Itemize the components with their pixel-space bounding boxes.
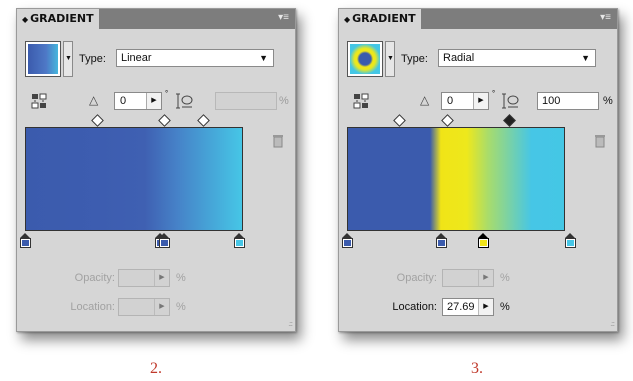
type-select[interactable]: Radial ▼ bbox=[438, 49, 596, 67]
type-value: Radial bbox=[443, 52, 475, 64]
reverse-gradient-icon[interactable] bbox=[31, 93, 47, 109]
location-dropdown-icon[interactable]: ▶ bbox=[478, 299, 493, 315]
opacity-field: ▶ bbox=[118, 269, 170, 287]
gradient-panel-linear: ◆ GRADIENT ▾≡ ▼ Type: Linear ▼ △ 0 ▶ ° % Op… bbox=[16, 8, 296, 332]
opacity-label: Opacity: bbox=[396, 272, 437, 284]
figure-caption: 2. bbox=[150, 360, 162, 377]
angle-value: 0 bbox=[120, 95, 127, 107]
angle-field[interactable]: 0 ▶ bbox=[441, 92, 489, 110]
location-dropdown-icon: ▶ bbox=[154, 299, 169, 315]
chevron-down-icon: ▼ bbox=[581, 53, 590, 63]
swatch-dropdown-button[interactable]: ▼ bbox=[63, 41, 73, 77]
angle-icon: △ bbox=[89, 93, 99, 107]
color-stop[interactable] bbox=[436, 233, 447, 248]
panel-menu-icon[interactable]: ▾≡ bbox=[278, 12, 289, 23]
swatch-dropdown-button[interactable]: ▼ bbox=[385, 41, 395, 77]
location-value: 27.69 bbox=[447, 301, 475, 313]
aspect-ratio-value: 100 bbox=[542, 95, 561, 107]
type-select[interactable]: Linear ▼ bbox=[116, 49, 274, 67]
midpoint-marker[interactable] bbox=[158, 114, 171, 127]
color-stop[interactable] bbox=[342, 233, 353, 248]
opacity-label: Opacity: bbox=[74, 272, 115, 284]
type-label: Type: bbox=[79, 53, 106, 65]
figure-caption: 3. bbox=[471, 360, 483, 377]
degree-mark: ° bbox=[492, 89, 496, 98]
location-unit: % bbox=[500, 301, 510, 313]
color-stop[interactable] bbox=[234, 233, 245, 248]
delete-stop-icon[interactable] bbox=[594, 134, 606, 148]
chevron-down-icon: ▼ bbox=[387, 55, 394, 62]
midpoint-marker[interactable] bbox=[393, 114, 406, 127]
color-stop[interactable] bbox=[159, 233, 170, 248]
color-stop[interactable] bbox=[20, 233, 31, 248]
chevron-down-icon: ▼ bbox=[259, 53, 268, 63]
panel-title: GRADIENT bbox=[352, 12, 416, 25]
location-label: Location: bbox=[392, 301, 437, 313]
collapse-arrows-icon[interactable]: ◆ bbox=[344, 15, 350, 24]
chevron-down-icon: ▼ bbox=[65, 55, 72, 62]
midpoint-marker[interactable] bbox=[197, 114, 210, 127]
gradient-panel-radial: ◆ GRADIENT ▾≡ ▼ Type: Radial ▼ △ 0 ▶ ° 100 … bbox=[338, 8, 618, 332]
gradient-swatch[interactable] bbox=[25, 41, 61, 77]
midpoint-marker-selected[interactable] bbox=[503, 114, 516, 127]
panel-tab[interactable]: ◆ GRADIENT bbox=[17, 9, 99, 30]
angle-dropdown-icon[interactable]: ▶ bbox=[473, 93, 488, 109]
color-stop[interactable] bbox=[565, 233, 576, 248]
aspect-ratio-field bbox=[215, 92, 277, 110]
color-stop-selected[interactable] bbox=[478, 233, 489, 248]
opacity-dropdown-icon: ▶ bbox=[478, 270, 493, 286]
angle-icon: △ bbox=[420, 93, 430, 107]
angle-field[interactable]: 0 ▶ bbox=[114, 92, 162, 110]
aspect-ratio-icon bbox=[176, 93, 193, 109]
location-field[interactable]: 27.69 ▶ bbox=[442, 298, 494, 316]
opacity-dropdown-icon: ▶ bbox=[154, 270, 169, 286]
panel-menu-icon[interactable]: ▾≡ bbox=[600, 12, 611, 23]
resize-grip-icon[interactable]: .::: bbox=[288, 321, 293, 328]
opacity-field: ▶ bbox=[442, 269, 494, 287]
reverse-gradient-icon[interactable] bbox=[353, 93, 369, 109]
aspect-ratio-icon[interactable] bbox=[501, 92, 519, 110]
location-unit: % bbox=[176, 301, 186, 313]
midpoint-marker[interactable] bbox=[441, 114, 454, 127]
aspect-ratio-field[interactable]: 100 bbox=[537, 92, 599, 110]
type-label: Type: bbox=[401, 53, 428, 65]
location-label: Location: bbox=[70, 301, 115, 313]
delete-stop-icon[interactable] bbox=[272, 134, 284, 148]
opacity-unit: % bbox=[176, 272, 186, 284]
angle-value: 0 bbox=[447, 95, 454, 107]
angle-dropdown-icon[interactable]: ▶ bbox=[146, 93, 161, 109]
aspect-unit: % bbox=[603, 95, 613, 107]
degree-mark: ° bbox=[165, 89, 169, 98]
panel-title: GRADIENT bbox=[30, 12, 94, 25]
aspect-unit: % bbox=[279, 95, 289, 107]
gradient-slider-bar[interactable] bbox=[25, 127, 243, 231]
midpoint-marker[interactable] bbox=[91, 114, 104, 127]
collapse-arrows-icon[interactable]: ◆ bbox=[22, 15, 28, 24]
type-value: Linear bbox=[121, 52, 152, 64]
gradient-slider-bar[interactable] bbox=[347, 127, 565, 231]
gradient-swatch[interactable] bbox=[347, 41, 383, 77]
location-field: ▶ bbox=[118, 298, 170, 316]
panel-tab[interactable]: ◆ GRADIENT bbox=[339, 9, 421, 30]
resize-grip-icon[interactable]: .::: bbox=[610, 321, 615, 328]
opacity-unit: % bbox=[500, 272, 510, 284]
